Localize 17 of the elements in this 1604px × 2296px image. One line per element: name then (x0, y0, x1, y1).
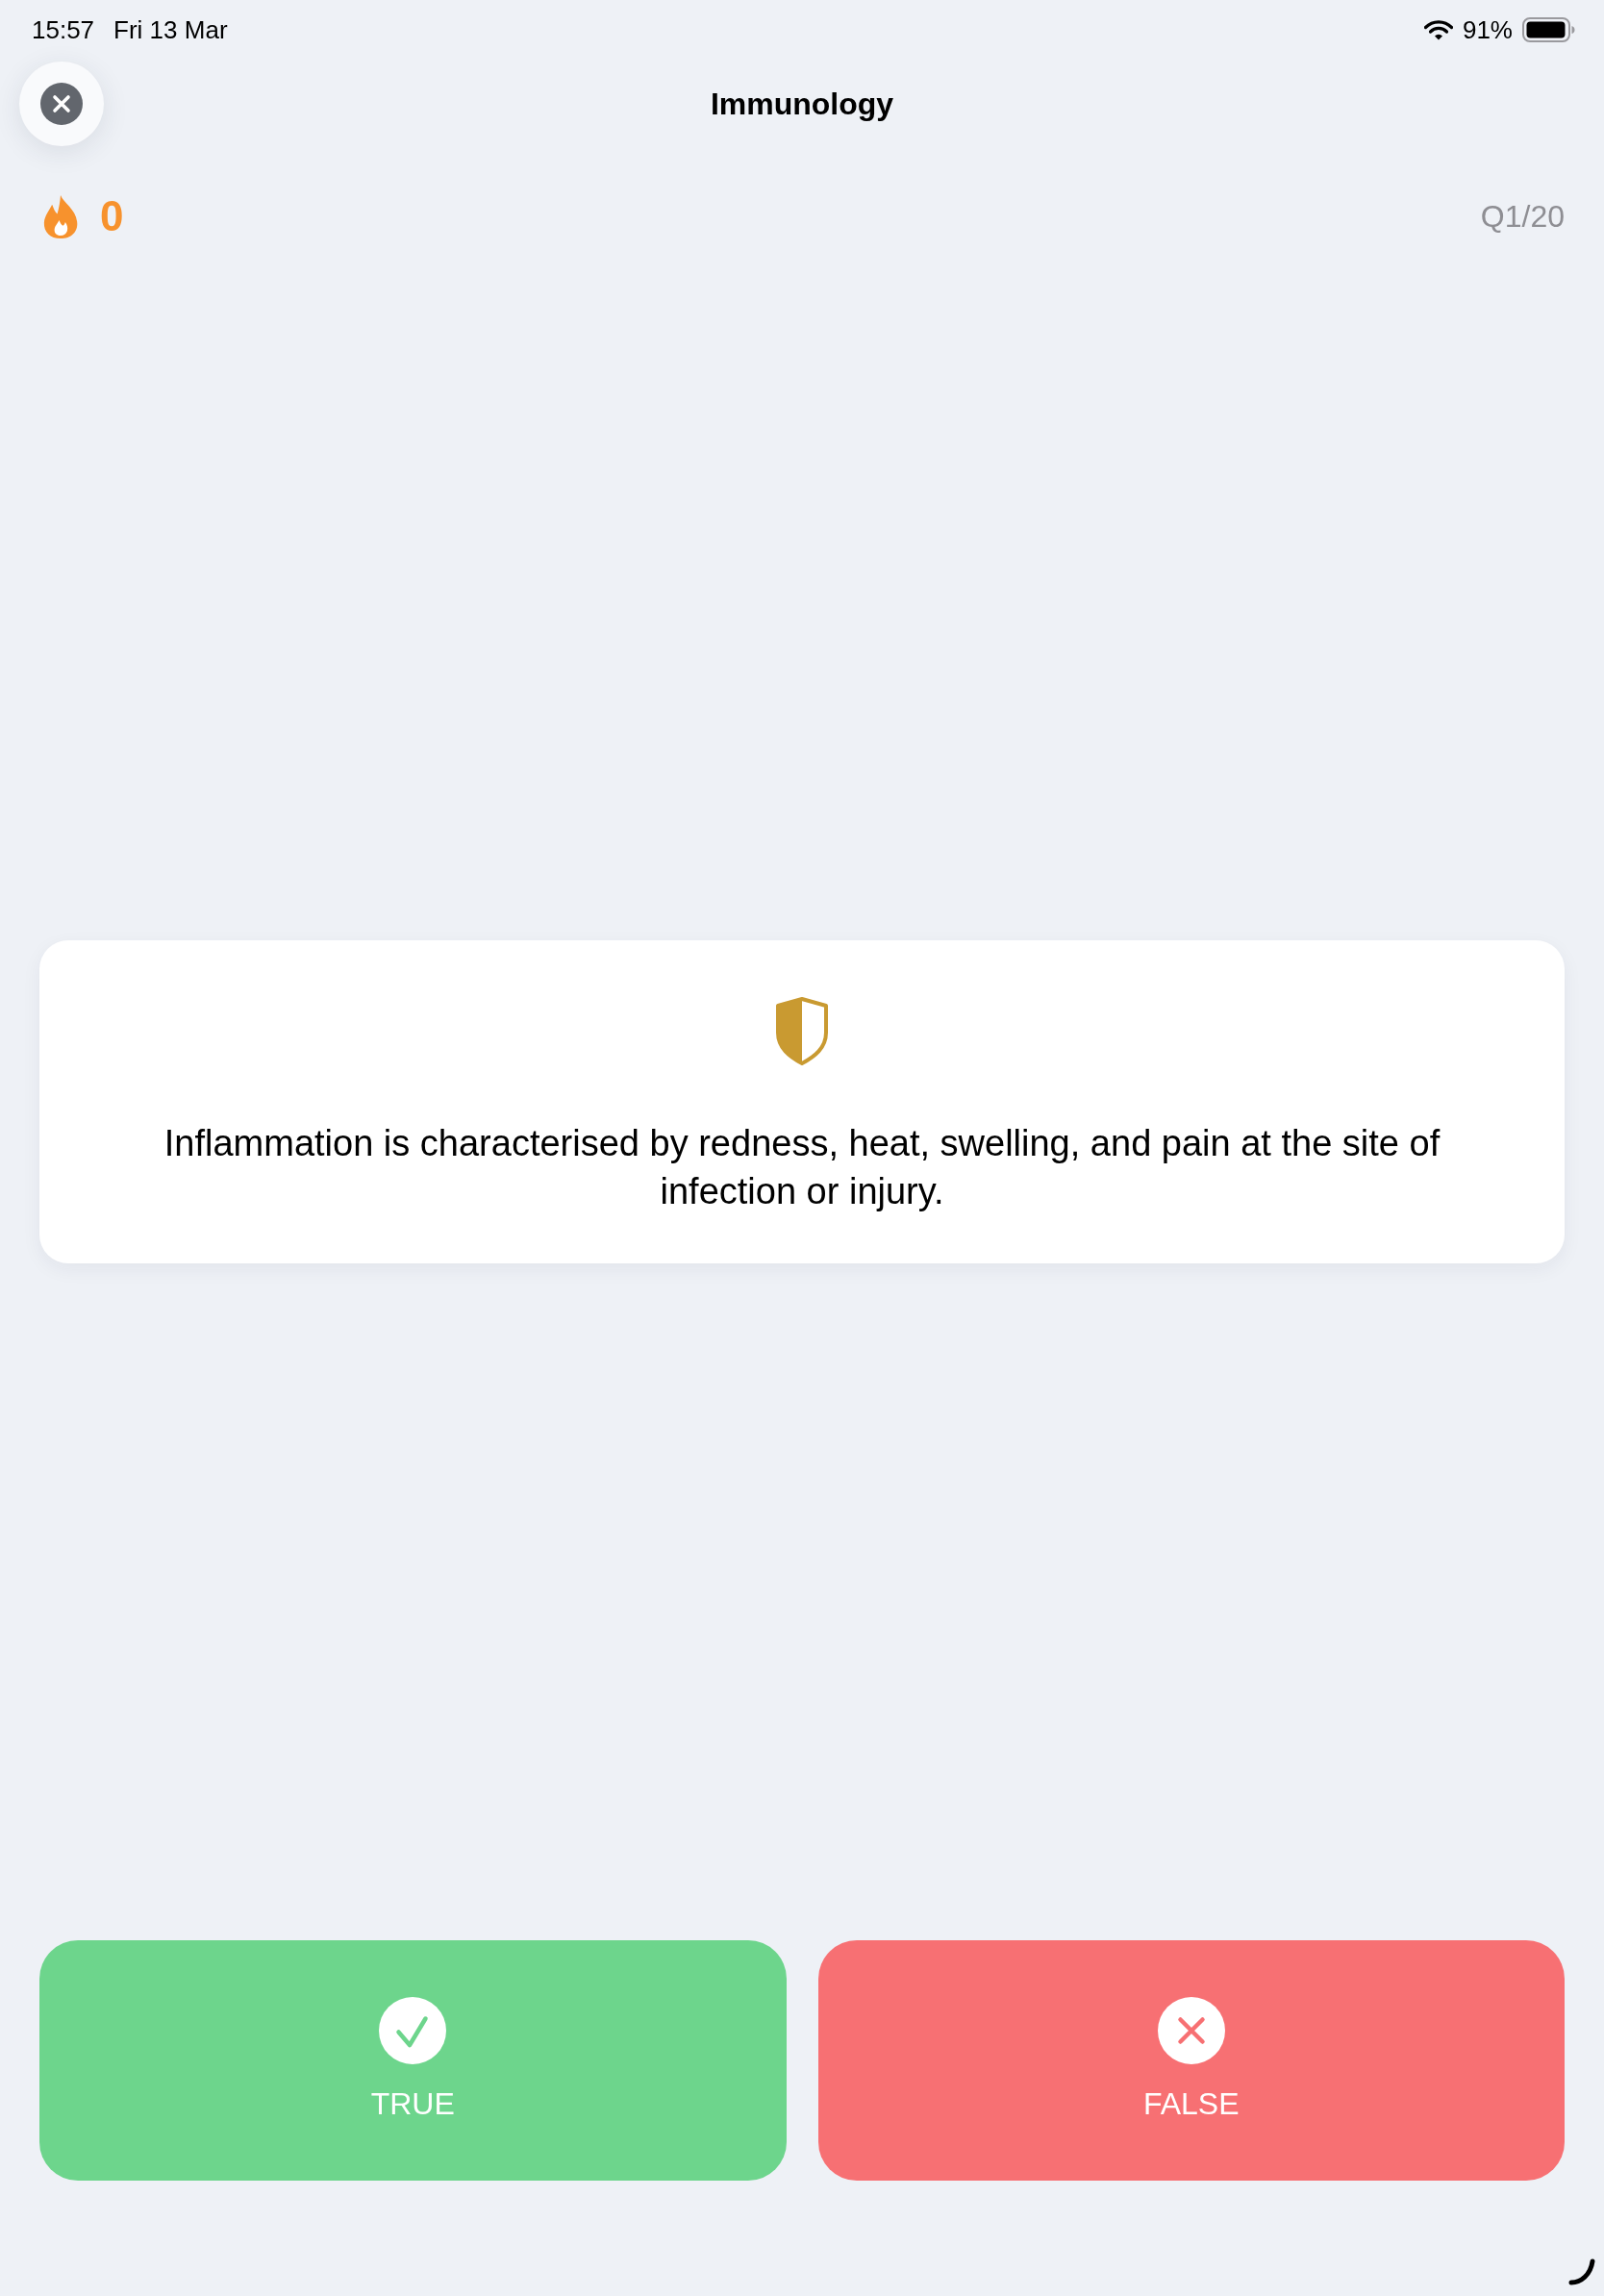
close-icon (40, 83, 83, 125)
screen-title: Immunology (710, 86, 894, 123)
false-button[interactable]: FALSE (817, 1940, 1565, 2181)
wifi-icon (1423, 19, 1453, 40)
battery-percent: 91% (1462, 13, 1513, 46)
battery-icon (1522, 17, 1575, 42)
check-icon (379, 1997, 447, 2064)
question-counter: Q1/20 (1480, 198, 1565, 236)
shield-icon (773, 996, 831, 1066)
flame-icon (42, 193, 79, 239)
question-text: Inflammation is characterised by redness, heat, swelling, and pain at the site of infection or injury. (163, 1122, 1441, 1213)
status-time: 15:57 (32, 13, 95, 46)
streak-count: 0 (100, 192, 124, 240)
true-button[interactable]: TRUE (39, 1940, 787, 2181)
corner-arc-icon (1567, 2258, 1596, 2286)
status-date: Fri 13 Mar (113, 13, 228, 46)
cross-icon (1157, 1997, 1225, 2064)
